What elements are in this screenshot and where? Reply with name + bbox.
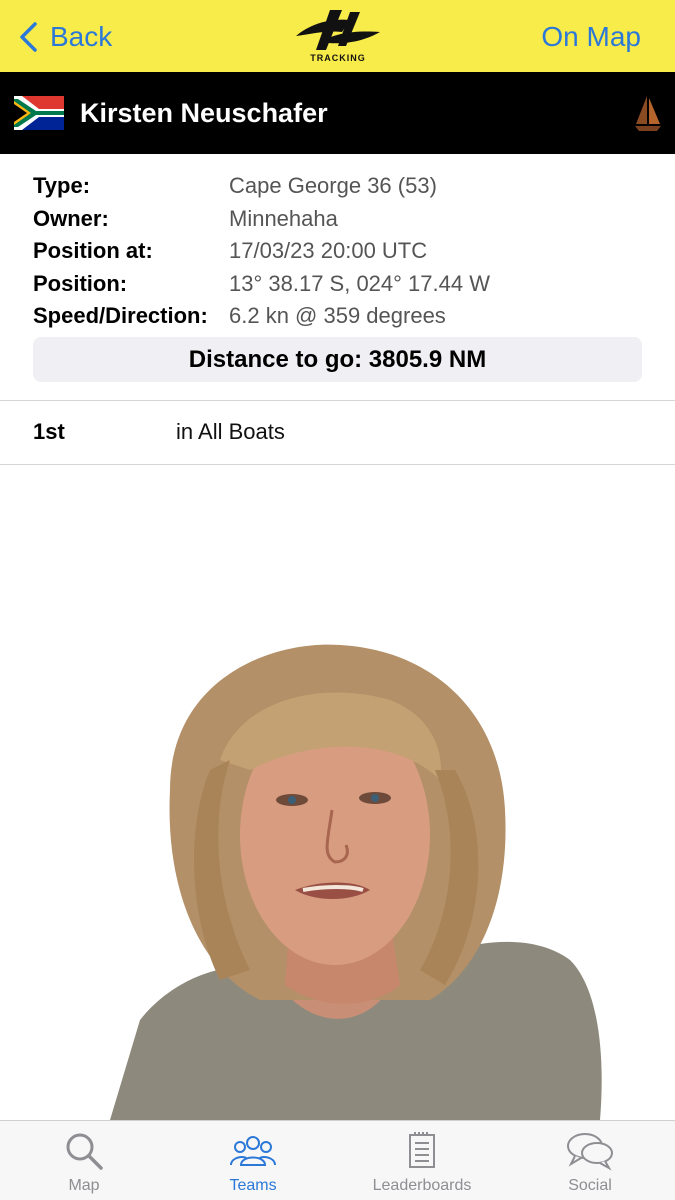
on-map-button[interactable]: On Map bbox=[541, 18, 641, 56]
teams-icon bbox=[230, 1136, 276, 1166]
position-value: 13° 38.17 S, 024° 17.44 W bbox=[229, 270, 490, 296]
type-value: Cape George 36 (53) bbox=[229, 173, 437, 199]
nav-bar: Back TRACKING On Map bbox=[0, 0, 675, 72]
boat-name: Kirsten Neuschafer bbox=[80, 98, 328, 128]
chevron-left-icon bbox=[20, 22, 37, 52]
tab-label: Social bbox=[568, 1177, 612, 1194]
yb-tracking-logo: TRACKING bbox=[290, 6, 386, 66]
speed-label: Speed/Direction: bbox=[33, 303, 208, 329]
distance-to-go: Distance to go: 3805.9 NM bbox=[33, 337, 642, 382]
boat-details: Type: Cape George 36 (53) Owner: Minneha… bbox=[33, 170, 643, 333]
owner-label: Owner: bbox=[33, 205, 109, 231]
leaderboards-icon bbox=[409, 1132, 435, 1168]
tab-social[interactable]: Social bbox=[540, 1121, 640, 1200]
tab-label: Map bbox=[68, 1177, 100, 1194]
south-africa-flag-icon bbox=[14, 96, 64, 130]
tab-map[interactable]: Map bbox=[34, 1121, 134, 1200]
tab-leaderboards[interactable]: Leaderboards bbox=[360, 1121, 484, 1200]
owner-value: Minnehaha bbox=[229, 205, 338, 231]
boat-header: Kirsten Neuschafer bbox=[0, 72, 675, 154]
back-button[interactable]: Back bbox=[18, 18, 112, 56]
position-row: Position: 13° 38.17 S, 024° 17.44 W bbox=[33, 268, 643, 301]
tab-teams[interactable]: Teams bbox=[203, 1121, 303, 1200]
search-icon bbox=[66, 1133, 103, 1170]
ranking-row[interactable]: 1st in All Boats bbox=[0, 401, 675, 464]
type-row: Type: Cape George 36 (53) bbox=[33, 170, 643, 203]
back-label: Back bbox=[50, 21, 113, 52]
position-at-label: Position at: bbox=[33, 238, 153, 264]
position-label: Position: bbox=[33, 270, 128, 296]
rank-category: in All Boats bbox=[176, 419, 285, 444]
logo-text: TRACKING bbox=[310, 53, 366, 63]
tab-label: Teams bbox=[229, 1177, 277, 1194]
position-at-value: 17/03/23 20:00 UTC bbox=[229, 238, 428, 264]
speed-row: Speed/Direction: 6.2 kn @ 359 degrees bbox=[33, 300, 643, 333]
speed-value: 6.2 kn @ 359 degrees bbox=[229, 303, 446, 329]
sail-icon bbox=[635, 96, 661, 131]
divider bbox=[0, 464, 675, 465]
skipper-photo bbox=[110, 644, 602, 1120]
tab-label: Leaderboards bbox=[372, 1177, 472, 1194]
rank-position: 1st bbox=[33, 419, 65, 444]
chat-bubbles-icon bbox=[567, 1133, 613, 1171]
type-label: Type: bbox=[33, 173, 91, 199]
owner-row: Owner: Minnehaha bbox=[33, 203, 643, 236]
tab-bar: Map Teams Leaderboards Social bbox=[0, 1120, 675, 1200]
position-at-row: Position at: 17/03/23 20:00 UTC bbox=[33, 235, 643, 268]
